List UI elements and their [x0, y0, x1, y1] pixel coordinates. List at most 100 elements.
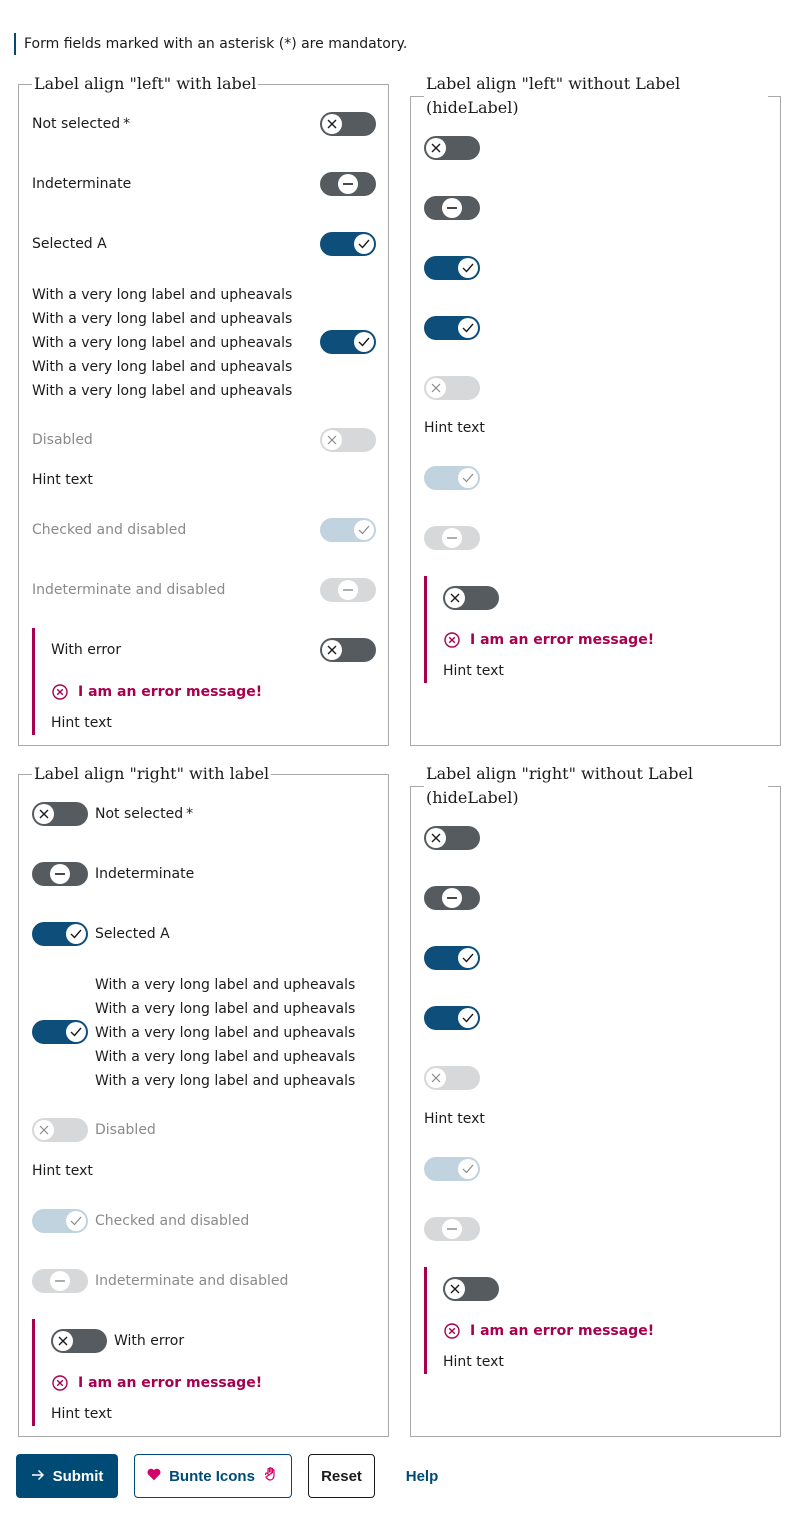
switch-selected[interactable] — [32, 922, 88, 946]
label-with-error: With error — [51, 642, 122, 658]
close-icon — [34, 804, 54, 824]
label-checked-disabled: Checked and disabled — [32, 522, 187, 538]
switch-selected[interactable] — [424, 946, 480, 970]
bunte-icons-button-label: Bunte Icons — [169, 1467, 255, 1485]
check-icon — [66, 924, 86, 944]
check-icon — [458, 948, 478, 968]
mandatory-note: Form fields marked with an asterisk (*) … — [14, 33, 407, 55]
switch-indeterminate[interactable] — [424, 886, 480, 910]
help-button[interactable]: Help — [391, 1454, 453, 1498]
error-bar — [32, 628, 35, 735]
close-icon — [426, 1068, 446, 1088]
error-message: I am an error message! — [52, 1372, 262, 1394]
close-icon — [426, 828, 446, 848]
submit-button[interactable]: Submit — [16, 1454, 118, 1498]
switch-selected[interactable] — [424, 256, 480, 280]
switch-not-selected[interactable] — [424, 826, 480, 850]
reset-button-label: Reset — [321, 1467, 362, 1485]
error-message: I am an error message! — [444, 1320, 654, 1342]
error-circle-icon — [444, 1323, 460, 1339]
switch-checked-disabled — [320, 518, 376, 542]
check-icon — [66, 1022, 86, 1042]
close-icon — [53, 1331, 73, 1351]
switch-long-label[interactable] — [32, 1020, 88, 1044]
label-selected: Selected A — [95, 926, 170, 942]
switch-disabled — [320, 428, 376, 452]
reset-button[interactable]: Reset — [308, 1454, 375, 1498]
heart-icon — [147, 1468, 161, 1485]
switch-indeterminate-disabled — [424, 1217, 480, 1241]
label-not-selected: Not selected * — [32, 116, 131, 132]
bunte-icons-button[interactable]: Bunte Icons — [134, 1454, 292, 1498]
switch-long-label[interactable] — [320, 330, 376, 354]
close-icon — [426, 378, 446, 398]
label-indeterminate: Indeterminate — [32, 176, 132, 192]
switch-not-selected[interactable] — [320, 112, 376, 136]
switch-with-error[interactable] — [443, 586, 499, 610]
switch-with-error[interactable] — [51, 1329, 107, 1353]
label-indeterminate: Indeterminate — [95, 866, 195, 882]
close-icon — [445, 588, 465, 608]
switch-indeterminate[interactable] — [320, 172, 376, 196]
arrow-right-icon — [31, 1468, 45, 1485]
required-asterisk: * — [123, 116, 131, 132]
fieldset-legend: Label align "right" with label — [32, 762, 272, 786]
label-disabled: Disabled — [95, 1122, 156, 1138]
error-hint-text: Hint text — [51, 715, 112, 731]
switch-indeterminate-disabled — [32, 1269, 88, 1293]
label-disabled: Disabled — [32, 432, 93, 448]
check-icon — [458, 468, 478, 488]
hint-text: Hint text — [424, 420, 485, 436]
label-selected: Selected A — [32, 236, 107, 252]
label-indeterminate-disabled: Indeterminate and disabled — [32, 582, 226, 598]
switch-indeterminate[interactable] — [424, 196, 480, 220]
switch-not-selected[interactable] — [424, 136, 480, 160]
switch-indeterminate-disabled — [320, 578, 376, 602]
check-icon — [66, 1211, 86, 1231]
minus-icon — [442, 528, 462, 548]
switch-checked-disabled — [424, 466, 480, 490]
hint-text: Hint text — [32, 1163, 93, 1179]
error-circle-icon — [52, 684, 68, 700]
check-icon — [458, 318, 478, 338]
check-icon — [458, 1159, 478, 1179]
close-icon — [322, 430, 342, 450]
switch-not-selected[interactable] — [32, 802, 88, 826]
switch-long-label[interactable] — [424, 316, 480, 340]
minus-icon — [442, 1219, 462, 1239]
switch-checked-disabled — [424, 1157, 480, 1181]
fieldset-legend: Label align "left" with label — [32, 72, 259, 96]
close-icon — [426, 138, 446, 158]
label-long: With a very long label and upheavals Wit… — [95, 977, 356, 1089]
switch-disabled — [32, 1118, 88, 1142]
switch-with-error[interactable] — [443, 1277, 499, 1301]
close-icon — [34, 1120, 54, 1140]
minus-icon — [338, 174, 358, 194]
hand-icon — [263, 1466, 279, 1486]
minus-icon — [338, 580, 358, 600]
switch-checked-disabled — [32, 1209, 88, 1233]
switch-selected[interactable] — [320, 232, 376, 256]
hint-text: Hint text — [32, 472, 93, 488]
error-circle-icon — [444, 632, 460, 648]
error-message: I am an error message! — [52, 681, 262, 703]
switch-disabled — [424, 1066, 480, 1090]
help-button-label: Help — [405, 1467, 439, 1485]
label-checked-disabled: Checked and disabled — [95, 1213, 250, 1229]
close-icon — [322, 114, 342, 134]
switch-indeterminate[interactable] — [32, 862, 88, 886]
minus-icon — [442, 888, 462, 908]
minus-icon — [50, 864, 70, 884]
error-hint-text: Hint text — [443, 663, 504, 679]
switch-indeterminate-disabled — [424, 526, 480, 550]
switch-with-error[interactable] — [320, 638, 376, 662]
label-long: With a very long label and upheavals Wit… — [32, 287, 293, 399]
submit-button-label: Submit — [52, 1467, 104, 1485]
check-icon — [458, 1008, 478, 1028]
hint-text: Hint text — [424, 1111, 485, 1127]
required-asterisk: * — [186, 806, 194, 822]
close-icon — [322, 640, 342, 660]
error-hint-text: Hint text — [443, 1354, 504, 1370]
switch-long-label[interactable] — [424, 1006, 480, 1030]
check-icon — [354, 520, 374, 540]
